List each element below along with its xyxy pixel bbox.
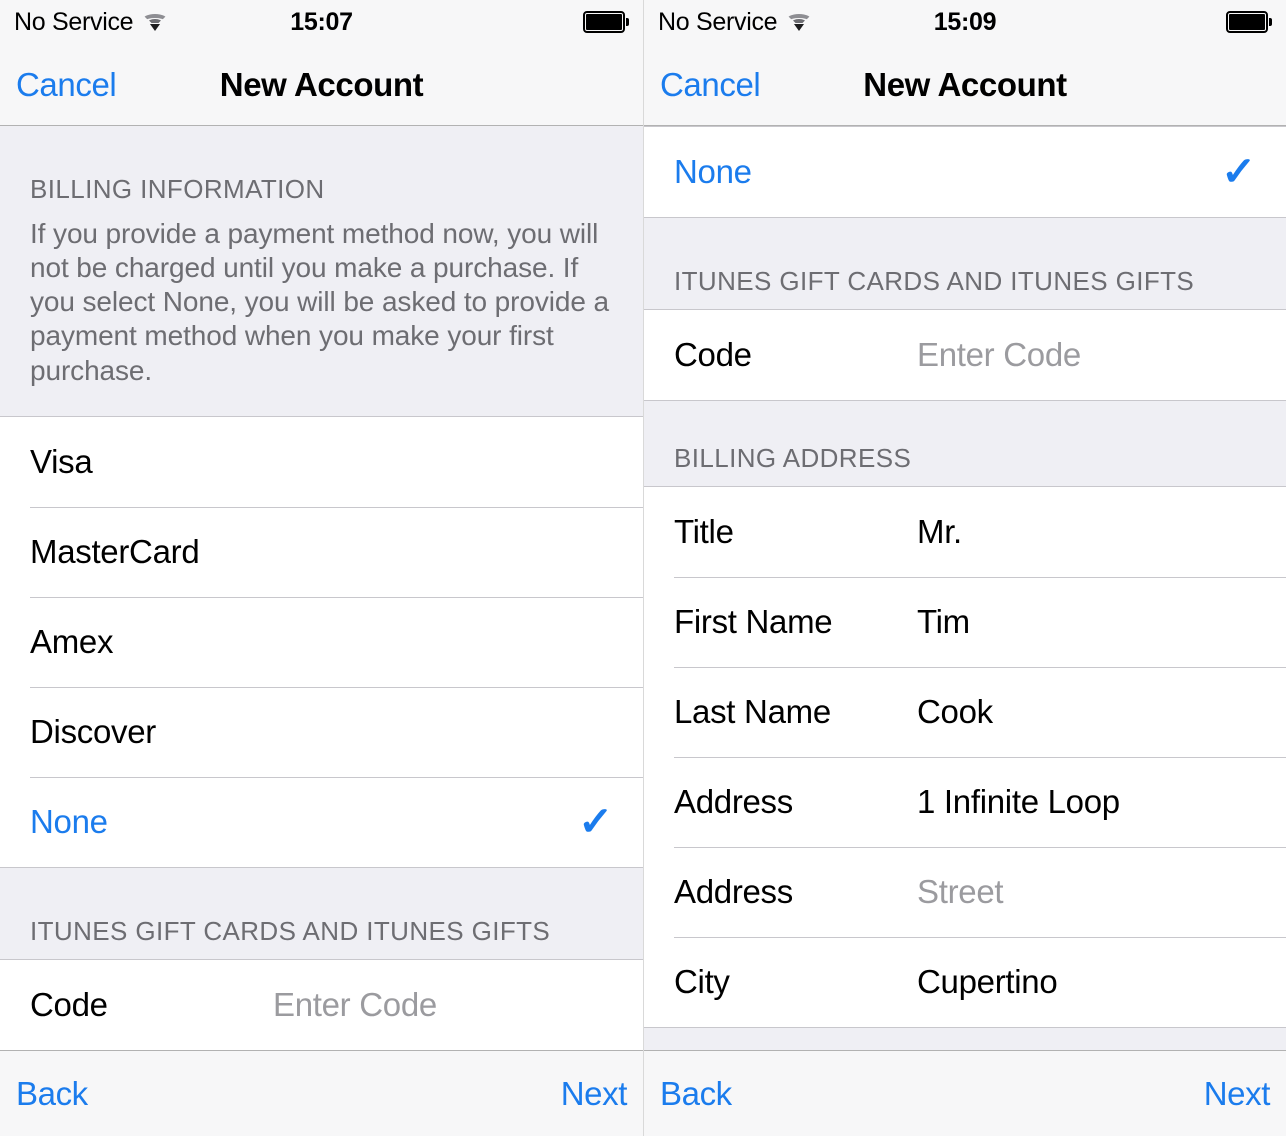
code-input[interactable]: Enter Code xyxy=(917,336,1081,374)
navigation-bar: Cancel New Account xyxy=(644,44,1286,126)
checkmark-icon: ✓ xyxy=(1221,150,1257,194)
field-label: Title xyxy=(674,513,734,550)
address-row-title[interactable]: Title Mr. xyxy=(644,487,1286,577)
address-row-street-1[interactable]: Address 1 Infinite Loop xyxy=(644,757,1286,847)
cancel-button[interactable]: Cancel xyxy=(660,66,761,104)
bottom-toolbar: Back Next xyxy=(644,1050,1286,1136)
screen-right: No Service 15:09 Cancel New Account None… xyxy=(643,0,1286,1136)
status-clock: 15:09 xyxy=(933,7,997,36)
gift-code-list: Code Enter Code xyxy=(0,958,643,1050)
status-clock: 15:07 xyxy=(290,7,353,36)
payment-method-list: Visa MasterCard Amex Discover None ✓ xyxy=(0,415,643,868)
payment-option-label: Discover xyxy=(30,712,156,750)
back-button[interactable]: Back xyxy=(16,1075,88,1113)
status-bar: No Service 15:09 xyxy=(644,0,1286,44)
field-label: Address xyxy=(674,783,793,820)
payment-method-list-partial: None ✓ xyxy=(644,126,1286,218)
payment-option-label: MasterCard xyxy=(30,532,200,570)
code-label: Code xyxy=(30,985,108,1023)
city-field[interactable]: Cupertino xyxy=(917,963,1058,1001)
section-header-billing-information: BILLING INFORMATION xyxy=(0,126,643,217)
payment-option-amex[interactable]: Amex xyxy=(0,596,643,687)
field-label: City xyxy=(674,963,730,1000)
gift-code-list: Code Enter Code xyxy=(644,309,1286,401)
payment-option-label: None xyxy=(30,802,108,840)
dual-screenshot: No Service 15:07 Cancel New Account BILL… xyxy=(0,0,1286,1136)
address-line-2-field[interactable]: Street xyxy=(917,873,1004,911)
gift-code-row[interactable]: Code Enter Code xyxy=(0,959,643,1050)
field-label: Last Name xyxy=(674,693,831,730)
code-label: Code xyxy=(674,336,752,373)
address-row-street-2[interactable]: Address Street xyxy=(644,847,1286,937)
scroll-content-left[interactable]: BILLING INFORMATION If you provide a pay… xyxy=(0,126,643,1050)
section-header-itunes-gift-cards: ITUNES GIFT CARDS AND ITUNES GIFTS xyxy=(0,867,643,959)
payment-option-visa[interactable]: Visa xyxy=(0,416,643,507)
field-label: Address xyxy=(674,873,793,910)
battery-full-icon xyxy=(583,11,629,33)
next-button[interactable]: Next xyxy=(561,1075,628,1113)
last-name-field[interactable]: Cook xyxy=(917,693,993,731)
status-bar: No Service 15:07 xyxy=(0,0,643,44)
status-right xyxy=(583,11,629,33)
first-name-field[interactable]: Tim xyxy=(917,603,970,641)
section-header-billing-address: BILLING ADDRESS xyxy=(644,401,1286,486)
payment-option-discover[interactable]: Discover xyxy=(0,686,643,777)
address-line-1-field[interactable]: 1 Infinite Loop xyxy=(917,783,1120,821)
bottom-toolbar: Back Next xyxy=(0,1050,643,1136)
title-field[interactable]: Mr. xyxy=(917,513,962,551)
field-label: First Name xyxy=(674,603,833,640)
payment-option-label: None xyxy=(674,153,752,190)
address-row-last-name[interactable]: Last Name Cook xyxy=(644,667,1286,757)
payment-option-none[interactable]: None ✓ xyxy=(0,776,643,867)
payment-option-none[interactable]: None ✓ xyxy=(644,127,1286,217)
billing-address-list: Title Mr. First Name Tim Last Name Cook … xyxy=(644,486,1286,1028)
address-row-first-name[interactable]: First Name Tim xyxy=(644,577,1286,667)
checkmark-icon: ✓ xyxy=(578,799,614,844)
cancel-button[interactable]: Cancel xyxy=(16,66,117,104)
payment-option-label: Visa xyxy=(30,442,93,480)
payment-option-label: Amex xyxy=(30,622,114,660)
section-footer-billing-information: If you provide a payment method now, you… xyxy=(0,217,643,416)
gift-code-row[interactable]: Code Enter Code xyxy=(644,310,1286,400)
screen-left: No Service 15:07 Cancel New Account BILL… xyxy=(0,0,643,1136)
address-row-city[interactable]: City Cupertino xyxy=(644,937,1286,1027)
next-button[interactable]: Next xyxy=(1204,1075,1271,1113)
status-right xyxy=(1226,11,1272,33)
payment-option-mastercard[interactable]: MasterCard xyxy=(0,506,643,597)
section-header-itunes-gift-cards: ITUNES GIFT CARDS AND ITUNES GIFTS xyxy=(644,218,1286,309)
back-button[interactable]: Back xyxy=(660,1075,732,1113)
navigation-bar: Cancel New Account xyxy=(0,44,643,126)
code-input[interactable]: Enter Code xyxy=(273,986,437,1024)
battery-full-icon xyxy=(1226,11,1272,33)
scroll-content-right[interactable]: None ✓ ITUNES GIFT CARDS AND ITUNES GIFT… xyxy=(644,126,1286,1050)
